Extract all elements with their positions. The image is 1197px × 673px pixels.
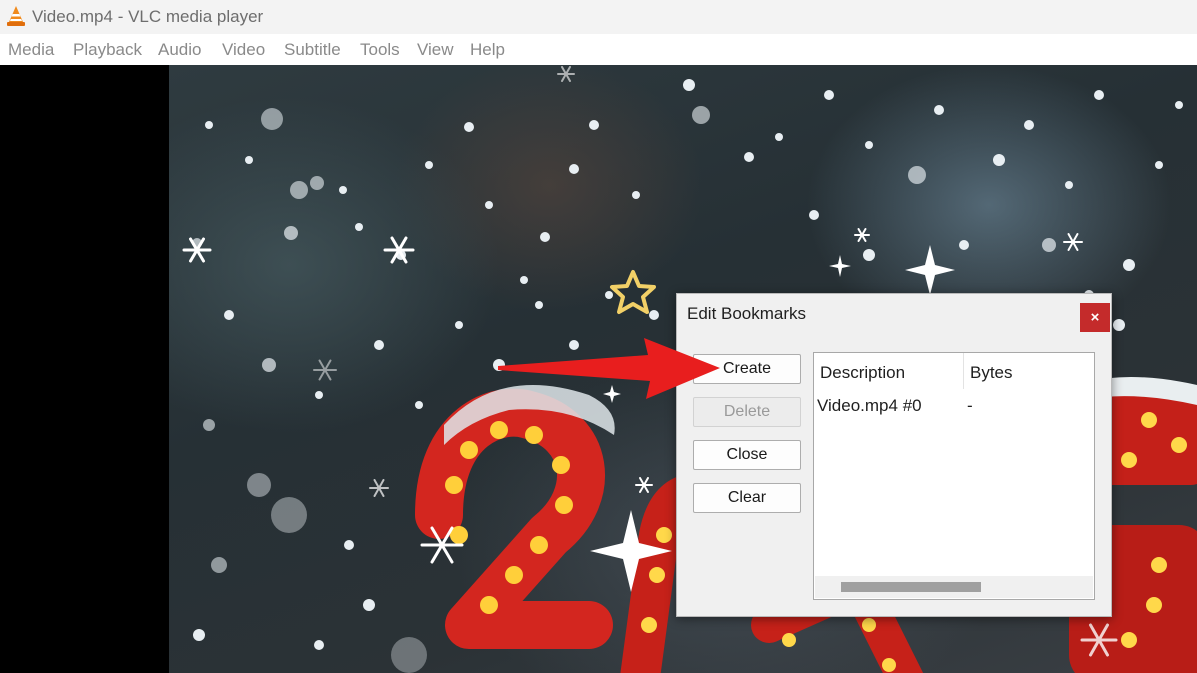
menu-playback[interactable]: Playback <box>73 40 142 60</box>
vlc-cone-icon <box>7 6 25 26</box>
close-button[interactable]: Close <box>693 440 801 470</box>
bookmarks-list[interactable]: Description Bytes Video.mp4 #0 - <box>813 352 1095 600</box>
horizontal-scrollbar[interactable] <box>815 576 1093 598</box>
dialog-close-button[interactable]: × <box>1080 303 1110 332</box>
edit-bookmarks-dialog: Edit Bookmarks × Create Delete Close Cle… <box>676 293 1112 617</box>
column-header-description[interactable]: Description <box>820 363 905 383</box>
menu-view[interactable]: View <box>417 40 454 60</box>
bookmark-bytes-cell[interactable]: - <box>967 396 973 416</box>
scrollbar-thumb[interactable] <box>841 582 981 592</box>
menu-audio[interactable]: Audio <box>158 40 201 60</box>
menu-help[interactable]: Help <box>470 40 505 60</box>
annotation-arrow-icon <box>498 338 720 399</box>
star-ornament <box>610 270 656 314</box>
clear-button[interactable]: Clear <box>693 483 801 513</box>
neon-number-two <box>415 388 613 649</box>
column-header-bytes[interactable]: Bytes <box>970 363 1013 383</box>
menu-subtitle[interactable]: Subtitle <box>284 40 341 60</box>
window-title: Video.mp4 - VLC media player <box>32 7 264 26</box>
menu-video[interactable]: Video <box>222 40 265 60</box>
dialog-title: Edit Bookmarks <box>687 304 807 323</box>
menu-media[interactable]: Media <box>8 40 54 60</box>
menu-bar: Media Playback Audio Video Subtitle Tool… <box>0 34 1197 66</box>
bookmark-description-cell[interactable]: Video.mp4 #0 <box>817 396 922 416</box>
title-bar: Video.mp4 - VLC media player <box>0 0 1197 34</box>
menu-tools[interactable]: Tools <box>360 40 400 60</box>
column-divider[interactable] <box>963 353 964 389</box>
